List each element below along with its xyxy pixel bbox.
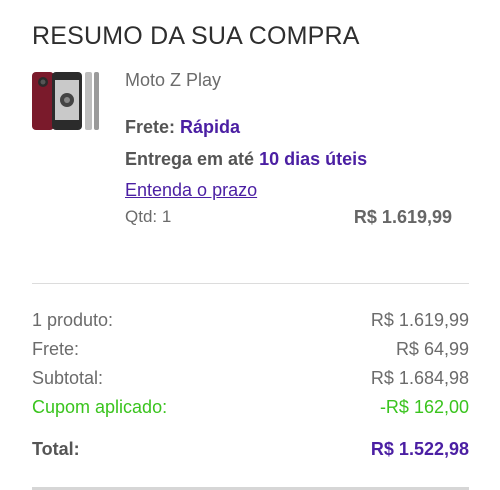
- summary-row-coupon: Cupom aplicado: -R$ 162,00: [32, 397, 469, 418]
- coupon-value: -R$ 162,00: [379, 397, 469, 417]
- shipping-value: Rápida: [180, 117, 241, 137]
- summary-label: Frete:: [32, 339, 80, 359]
- product-price: R$ 1.619,99: [353, 207, 452, 227]
- total-value: R$ 1.522,98: [370, 439, 469, 459]
- quantity: Qtd: 1: [125, 207, 172, 226]
- total-label: Total:: [32, 439, 80, 459]
- product-name: Moto Z Play: [125, 70, 222, 90]
- coupon-label: Cupom aplicado:: [32, 397, 168, 417]
- shipping-label: Frete:: [125, 117, 176, 137]
- shipping-info: Frete: Rápida: [125, 117, 240, 138]
- summary-value: R$ 1.619,99: [370, 310, 469, 330]
- summary-row-subtotal: Subtotal: R$ 1.684,98: [32, 368, 469, 389]
- summary-value: R$ 64,99: [395, 339, 469, 359]
- summary-value: R$ 1.684,98: [370, 368, 469, 388]
- summary-row-shipping: Frete: R$ 64,99: [32, 339, 469, 360]
- product-image: [30, 70, 102, 132]
- divider: [32, 283, 469, 284]
- delivery-info: Entrega em até 10 dias úteis: [125, 149, 367, 170]
- summary-label: Subtotal:: [32, 368, 104, 388]
- summary-row-products: 1 produto: R$ 1.619,99: [32, 310, 469, 331]
- summary-row-total: Total: R$ 1.522,98: [32, 439, 469, 460]
- delivery-label: Entrega em até: [125, 149, 255, 169]
- deadline-info-link[interactable]: Entenda o prazo: [125, 180, 257, 201]
- page-title: RESUMO DA SUA COMPRA: [32, 22, 360, 50]
- delivery-value: 10 dias úteis: [259, 149, 368, 169]
- summary-label: 1 produto:: [32, 310, 114, 330]
